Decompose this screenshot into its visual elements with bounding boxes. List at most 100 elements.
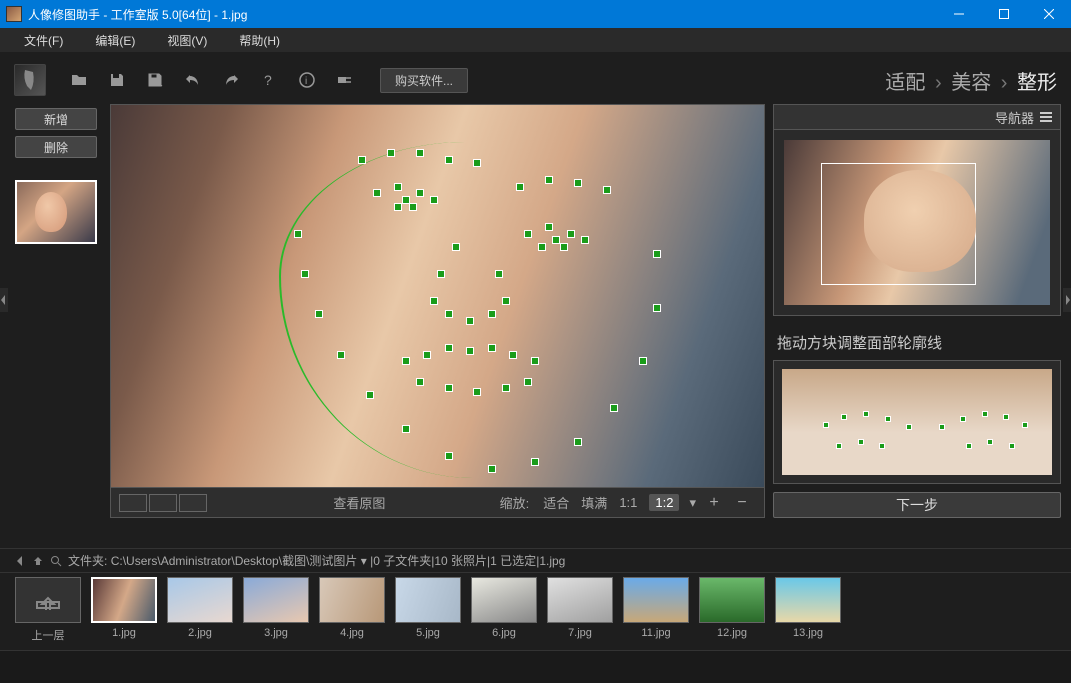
path-value[interactable]: C:\Users\Administrator\Desktop\截图\测试图片 [111,552,358,569]
filmstrip-item[interactable]: 6.jpg [470,577,538,639]
zoom-fit[interactable]: 适合 [543,493,569,512]
landmark-point[interactable] [639,357,647,365]
landmark-point[interactable] [337,351,345,359]
zoom-in-button[interactable]: + [704,493,724,513]
filmstrip-up[interactable]: 上一层 [14,577,82,643]
plugin-icon[interactable] [334,69,356,91]
view-split-v-icon[interactable] [179,494,207,512]
crumb-reshape[interactable]: 整形 [1017,72,1057,94]
landmark-point[interactable] [301,270,309,278]
landmark-point[interactable] [394,183,402,191]
landmark-point[interactable] [574,438,582,446]
landmark-point[interactable] [423,351,431,359]
view-split-h-icon[interactable] [149,494,177,512]
filmstrip-item[interactable]: 2.jpg [166,577,234,639]
landmark-point[interactable] [567,230,575,238]
filmstrip[interactable]: 上一层 1.jpg2.jpg3.jpg4.jpg5.jpg6.jpg7.jpg1… [0,572,1071,650]
landmark-point[interactable] [445,310,453,318]
face-thumbnail[interactable] [15,180,97,244]
landmark-point[interactable] [524,378,532,386]
landmark-point[interactable] [502,297,510,305]
landmark-point[interactable] [445,156,453,164]
landmark-point[interactable] [402,357,410,365]
zoom-1-1[interactable]: 1:1 [619,495,637,510]
navigator-header[interactable]: 导航器 [773,104,1061,130]
navigator-viewport-rect[interactable] [821,163,975,285]
landmark-point[interactable] [402,425,410,433]
landmark-point[interactable] [502,384,510,392]
landmark-point[interactable] [416,378,424,386]
next-button[interactable]: 下一步 [773,492,1061,518]
view-original-button[interactable]: 查看原图 [219,493,500,512]
help-icon[interactable]: ? [258,69,280,91]
landmark-point[interactable] [495,270,503,278]
close-button[interactable] [1026,0,1071,28]
save-as-icon[interactable] [144,69,166,91]
landmark-point[interactable] [560,243,568,251]
landmark-point[interactable] [603,186,611,194]
path-search-icon[interactable] [50,555,62,567]
landmark-point[interactable] [373,189,381,197]
landmark-point[interactable] [294,230,302,238]
landmark-point[interactable] [538,243,546,251]
landmark-point[interactable] [488,465,496,473]
navigator-menu-icon[interactable] [1040,111,1052,123]
landmark-point[interactable] [545,223,553,231]
path-back-icon[interactable] [14,555,26,567]
filmstrip-item[interactable]: 7.jpg [546,577,614,639]
filmstrip-item[interactable]: 11.jpg [622,577,690,639]
filmstrip-item[interactable]: 1.jpg [90,577,158,639]
buy-button[interactable]: 购买软件... [380,68,468,93]
main-canvas[interactable]: /*landmarks drawn below*/ [111,105,764,487]
landmark-point[interactable] [466,317,474,325]
landmark-point[interactable] [488,344,496,352]
filmstrip-item[interactable]: 12.jpg [698,577,766,639]
landmark-point[interactable] [509,351,517,359]
menu-edit[interactable]: 编辑(E) [79,30,151,51]
face-landmarks-overlay[interactable]: /*landmarks drawn below*/ [294,136,653,472]
landmark-point[interactable] [574,179,582,187]
save-icon[interactable] [106,69,128,91]
menu-help[interactable]: 帮助(H) [223,30,296,51]
filmstrip-item[interactable]: 4.jpg [318,577,386,639]
filmstrip-item[interactable]: 3.jpg [242,577,310,639]
landmark-point[interactable] [524,230,532,238]
undo-icon[interactable] [182,69,204,91]
delete-button[interactable]: 删除 [15,136,97,158]
landmark-point[interactable] [581,236,589,244]
zoom-1-2[interactable]: 1:2 [649,494,679,511]
minimize-button[interactable] [936,0,981,28]
landmark-point[interactable] [315,310,323,318]
landmark-point[interactable] [394,203,402,211]
panel-collapse-right[interactable] [1063,288,1071,312]
path-up-icon[interactable] [32,555,44,567]
filmstrip-item[interactable]: 5.jpg [394,577,462,639]
landmark-point[interactable] [430,297,438,305]
new-button[interactable]: 新增 [15,108,97,130]
info-icon[interactable]: i [296,69,318,91]
crumb-beauty[interactable]: 美容 [951,72,991,94]
redo-icon[interactable] [220,69,242,91]
landmark-point[interactable] [452,243,460,251]
landmark-point[interactable] [430,196,438,204]
landmark-point[interactable] [366,391,374,399]
zoom-fill[interactable]: 填满 [581,493,607,512]
landmark-point[interactable] [358,156,366,164]
filmstrip-item[interactable]: 13.jpg [774,577,842,639]
zoom-dropdown-icon[interactable]: ▾ [689,495,696,511]
landmark-point[interactable] [466,347,474,355]
landmark-point[interactable] [445,452,453,460]
landmark-point[interactable] [409,203,417,211]
landmark-point[interactable] [488,310,496,318]
landmark-point[interactable] [610,404,618,412]
landmark-point[interactable] [516,183,524,191]
zoom-out-button[interactable]: − [732,493,752,513]
landmark-point[interactable] [387,149,395,157]
landmark-point[interactable] [653,250,661,258]
landmark-point[interactable] [416,149,424,157]
navigator-preview[interactable] [773,130,1061,316]
landmark-point[interactable] [531,357,539,365]
maximize-button[interactable] [981,0,1026,28]
landmark-point[interactable] [473,388,481,396]
landmark-point[interactable] [653,304,661,312]
